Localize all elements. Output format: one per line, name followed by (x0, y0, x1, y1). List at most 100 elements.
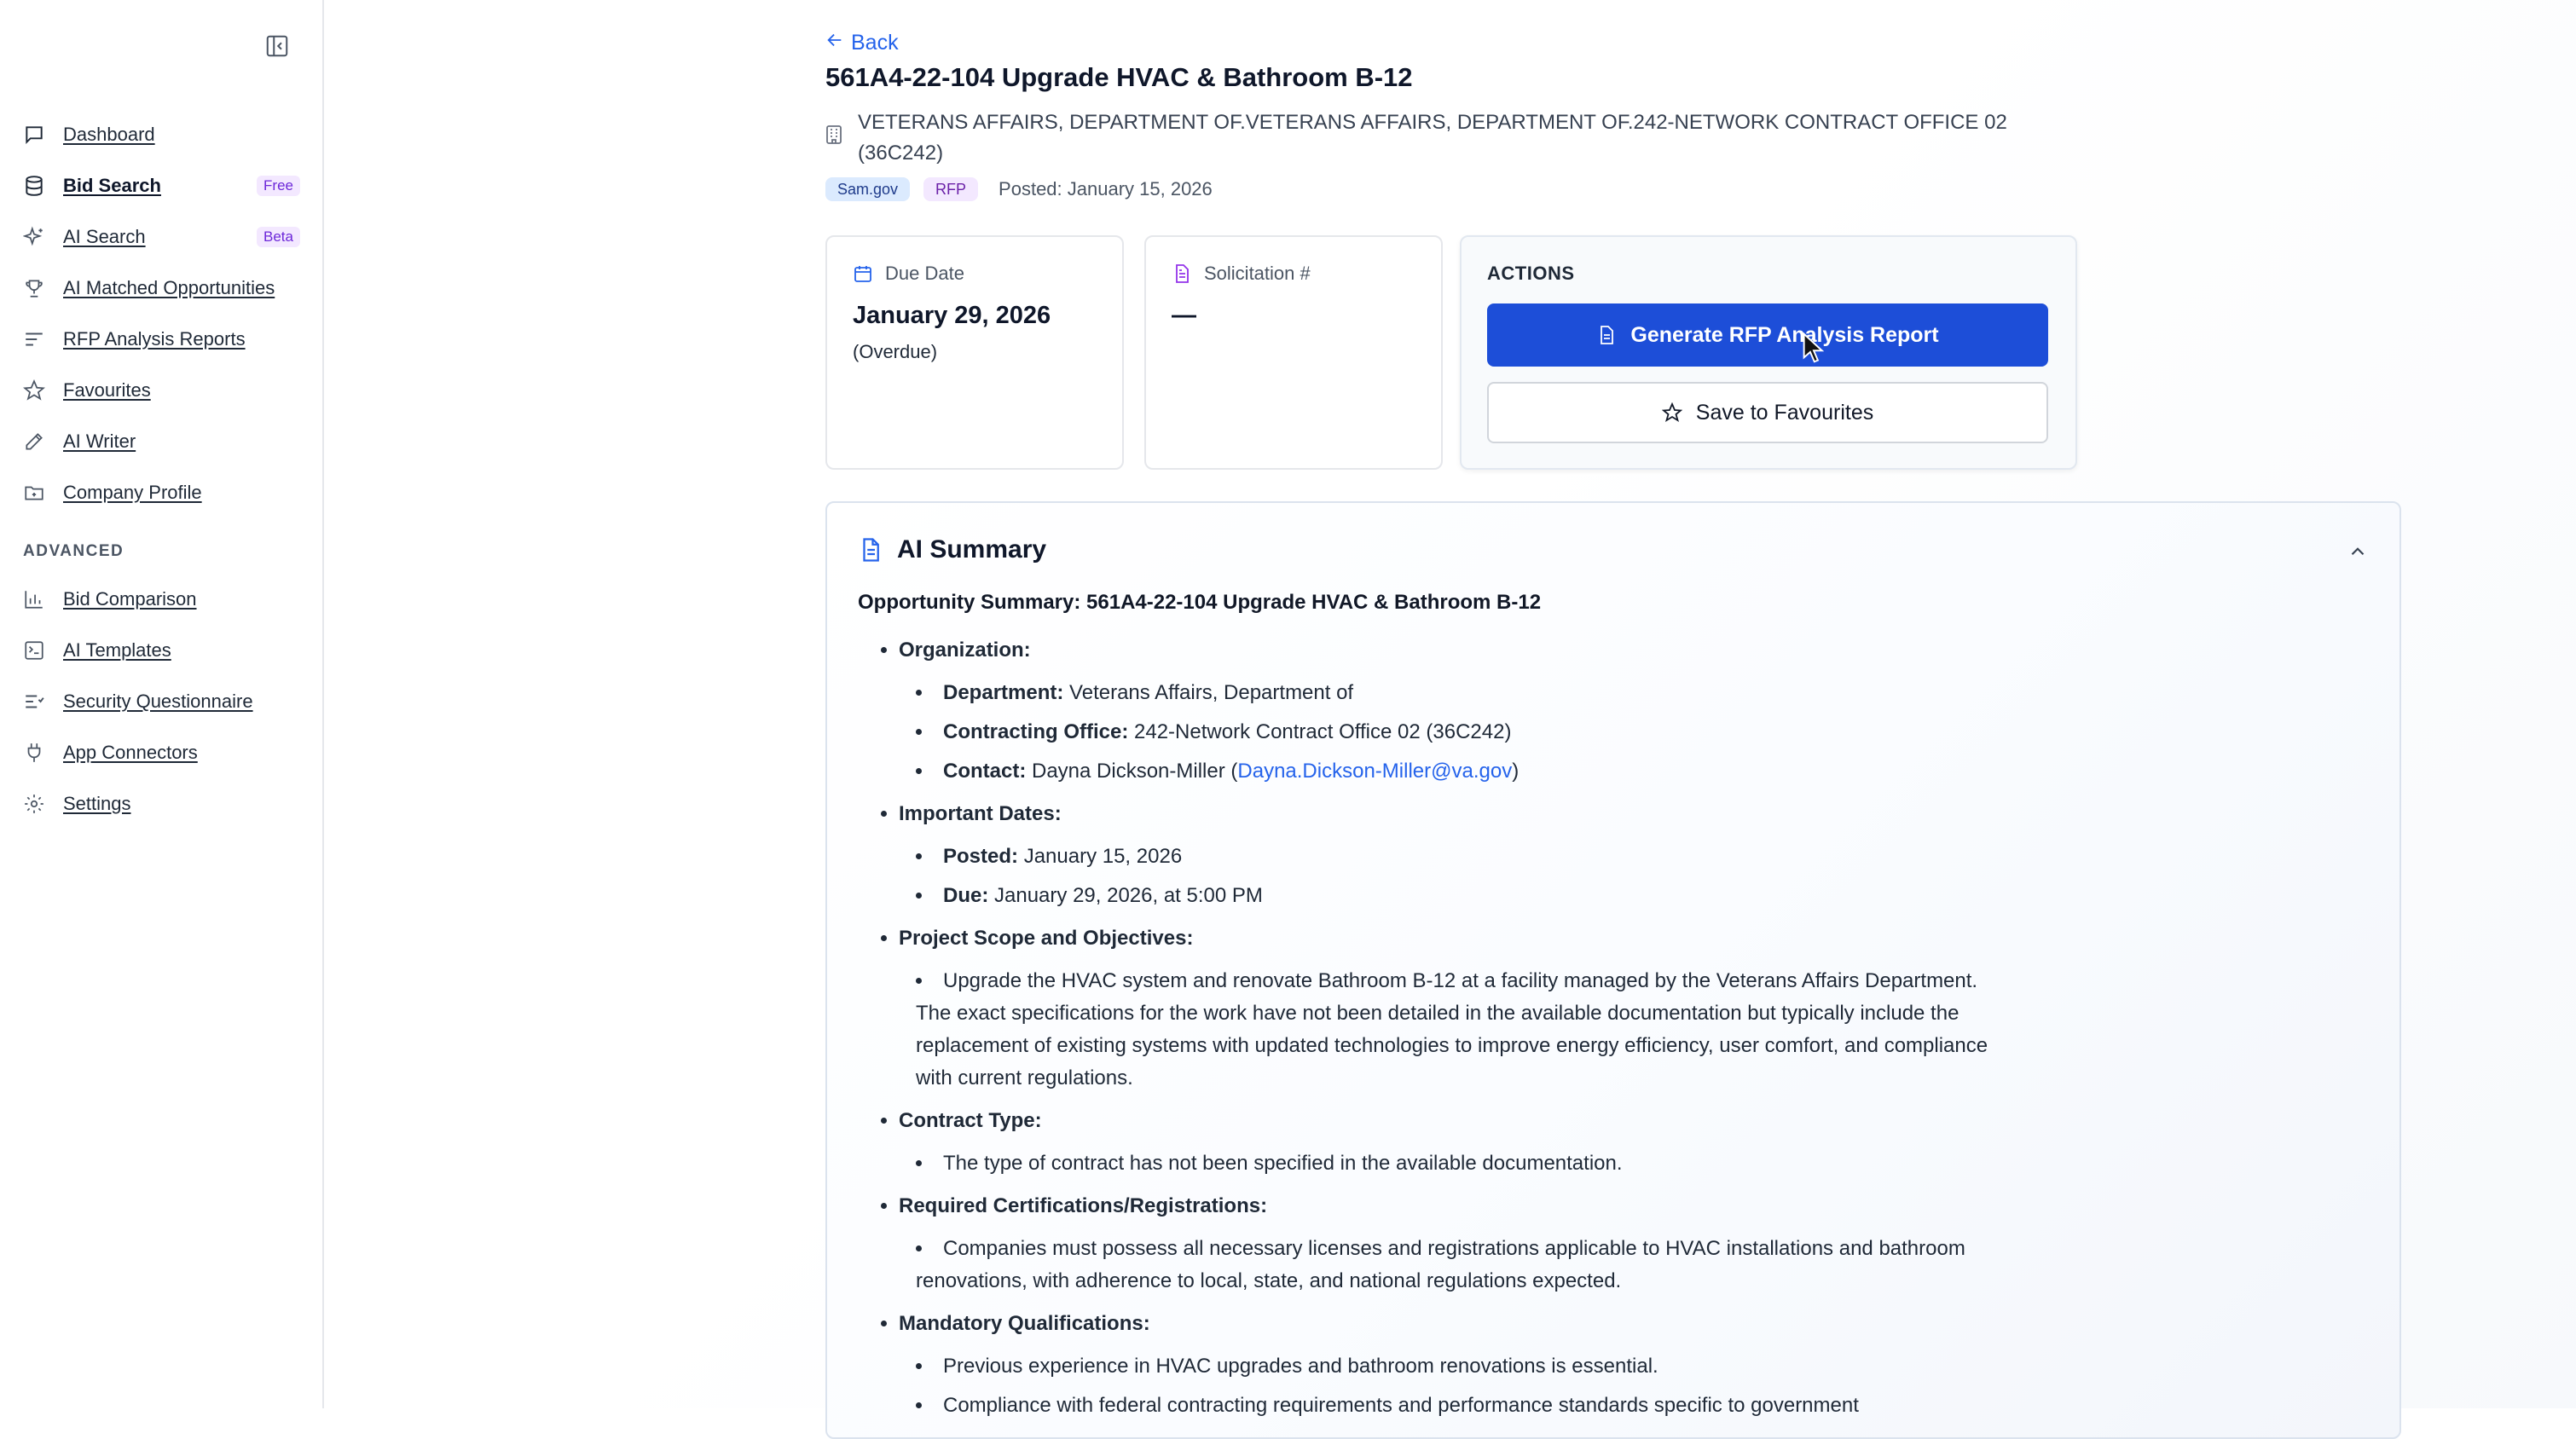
list-item: Contact: Dayna Dickson-Miller (Dayna.Dic… (916, 755, 2017, 788)
advanced-section-label: ADVANCED (23, 542, 124, 560)
list-item: Contracting Office: 242-Network Contract… (916, 716, 2017, 748)
free-badge: Free (257, 176, 300, 196)
arrow-left-icon (825, 31, 844, 55)
due-date-card: Due Date January 29, 2026 (Overdue) (825, 235, 1124, 470)
sidebar-item-label: Dashboard (63, 124, 155, 145)
scope-heading: Project Scope and Objectives: (899, 927, 1194, 950)
database-icon (22, 174, 46, 198)
edit-icon (22, 430, 46, 454)
sidebar-item-security-questionnaire[interactable]: Security Questionnaire (22, 685, 304, 719)
list-item: Project Scope and Objectives: Upgrade th… (899, 922, 2017, 1095)
contract-text: The type of contract has not been specif… (916, 1147, 2017, 1180)
posted-label: Posted: (943, 845, 1019, 868)
collapse-summary-button[interactable] (2347, 540, 2369, 567)
source-badge: Sam.gov (825, 177, 911, 201)
contact-name: Dayna Dickson-Miller ( (1032, 760, 1238, 783)
trophy-icon (22, 276, 46, 300)
list-icon (22, 327, 46, 351)
department-label: Department: (943, 681, 1064, 704)
list-check-icon (22, 690, 46, 714)
sidebar-item-app-connectors[interactable]: App Connectors (22, 736, 304, 770)
agency-name: VETERANS AFFAIRS, DEPARTMENT OF.VETERANS… (858, 111, 2007, 165)
generate-report-label: Generate RFP Analysis Report (1630, 322, 1939, 347)
scope-text: Upgrade the HVAC system and renovate Bat… (916, 965, 2017, 1095)
contract-heading: Contract Type: (899, 1109, 1042, 1132)
document-icon (1172, 263, 1192, 284)
sidebar-item-label: Bid Search (63, 175, 161, 196)
sidebar-toggle-icon (266, 35, 288, 57)
chevron-up-icon (2351, 547, 2365, 556)
folder-icon (22, 481, 46, 505)
sidebar-item-bid-comparison[interactable]: Bid Comparison (22, 582, 304, 616)
sparkles-icon (22, 225, 46, 249)
beta-badge: Beta (257, 227, 300, 247)
sidebar-item-favourites[interactable]: Favourites (22, 373, 304, 407)
sidebar-item-bid-search[interactable]: Bid Search Free (22, 169, 304, 203)
back-link[interactable]: Back (825, 31, 899, 55)
contact-close: ) (1512, 760, 1520, 783)
sidebar-item-label: AI Writer (63, 431, 136, 452)
office-value: 242-Network Contract Office 02 (36C242) (1134, 720, 1512, 743)
ai-summary-title: AI Summary (897, 535, 1047, 563)
office-label: Contracting Office: (943, 720, 1129, 743)
sidebar-item-label: AI Matched Opportunities (63, 277, 275, 298)
dates-heading: Important Dates: (899, 802, 1062, 825)
document-icon (1596, 325, 1617, 345)
actions-card: ACTIONS Generate RFP Analysis Report Sav… (1460, 235, 2077, 470)
sidebar-item-label: Company Profile (63, 482, 202, 503)
sidebar-item-rfp-reports[interactable]: RFP Analysis Reports (22, 322, 304, 356)
chat-icon (22, 123, 46, 147)
list-item: Posted: January 15, 2026 (916, 841, 2017, 873)
sidebar-item-label: RFP Analysis Reports (63, 328, 246, 350)
contact-email-link[interactable]: Dayna.Dickson-Miller@va.gov (1237, 760, 1512, 783)
gear-icon (22, 792, 46, 816)
quals-heading: Mandatory Qualifications: (899, 1312, 1150, 1335)
sidebar-item-company-profile[interactable]: Company Profile (22, 476, 304, 510)
quals-text: Previous experience in HVAC upgrades and… (916, 1350, 2017, 1383)
template-icon (22, 639, 46, 662)
solicitation-value: — (1172, 302, 1196, 329)
save-favourites-button[interactable]: Save to Favourites (1487, 382, 2048, 443)
sidebar-item-ai-search[interactable]: AI Search Beta (22, 220, 304, 254)
department-value: Veterans Affairs, Department of (1069, 681, 1354, 704)
plug-icon (22, 741, 46, 765)
list-item: Due: January 29, 2026, at 5:00 PM (916, 880, 2017, 912)
star-icon (22, 379, 46, 402)
list-item: Required Certifications/Registrations: C… (899, 1190, 2017, 1297)
list-item: Mandatory Qualifications: Previous exper… (899, 1308, 2017, 1422)
sidebar-item-label: AI Search (63, 226, 146, 247)
document-icon (858, 536, 883, 563)
solicitation-label: Solicitation # (1204, 263, 1311, 284)
opportunity-title: Opportunity Summary: 561A4-22-104 Upgrad… (858, 591, 1542, 614)
list-item: Department: Veterans Affairs, Department… (916, 677, 2017, 709)
sidebar-item-ai-templates[interactable]: AI Templates (22, 633, 304, 667)
due-value: January 29, 2026, at 5:00 PM (994, 884, 1263, 907)
certs-heading: Required Certifications/Registrations: (899, 1194, 1268, 1217)
page-title: 561A4-22-104 Upgrade HVAC & Bathroom B-1… (825, 62, 1413, 92)
due-date-label: Due Date (885, 263, 964, 284)
certs-text: Companies must possess all necessary lic… (916, 1233, 2017, 1297)
sidebar-item-dashboard[interactable]: Dashboard (22, 118, 304, 152)
save-favourites-label: Save to Favourites (1695, 400, 1874, 425)
calendar-icon (853, 263, 873, 284)
sidebar-item-settings[interactable]: Settings (22, 787, 304, 821)
mouse-cursor-icon (1803, 332, 1825, 363)
type-badge: RFP (923, 177, 979, 201)
due-label: Due: (943, 884, 989, 907)
list-item: Important Dates: Posted: January 15, 202… (899, 798, 2017, 912)
sidebar-collapse-button[interactable] (263, 32, 292, 60)
sidebar-item-ai-matched[interactable]: AI Matched Opportunities (22, 271, 304, 305)
solicitation-card: Solicitation # — (1144, 235, 1443, 470)
sidebar-item-ai-writer[interactable]: AI Writer (22, 425, 304, 459)
ai-summary-panel: AI Summary Opportunity Summary: 561A4-22… (825, 501, 2401, 1439)
sidebar-item-label: Security Questionnaire (63, 691, 253, 712)
organization-heading: Organization: (899, 639, 1031, 662)
posted-value: January 15, 2026 (1023, 845, 1183, 868)
list-item: Contract Type: The type of contract has … (899, 1105, 2017, 1180)
summary-body: Opportunity Summary: 561A4-22-104 Upgrad… (858, 588, 2017, 1432)
generate-report-button[interactable]: Generate RFP Analysis Report (1487, 303, 2048, 367)
overdue-label: (Overdue) (853, 341, 938, 362)
contact-label: Contact: (943, 760, 1027, 783)
sidebar-item-label: AI Templates (63, 639, 171, 661)
sidebar-item-label: Settings (63, 793, 131, 814)
